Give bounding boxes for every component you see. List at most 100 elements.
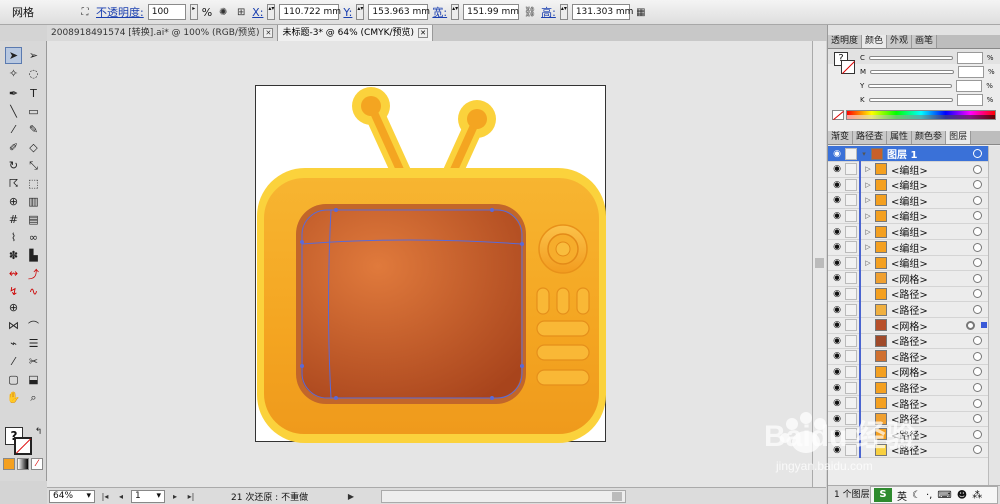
layer-row[interactable]: ◉ <路径> — [828, 301, 988, 318]
y-input[interactable]: 153.963 mm — [368, 4, 430, 20]
layer-row[interactable]: ◉ <路径> — [828, 348, 988, 365]
pencil-icon[interactable]: ✎ — [25, 121, 42, 138]
eye-icon[interactable]: ◉ — [831, 163, 843, 175]
reshape-tool-icon[interactable]: ↯ — [5, 283, 22, 300]
style-sun-icon[interactable]: ✺ — [216, 5, 230, 19]
lock-toggle[interactable] — [845, 194, 857, 207]
target-circle-icon[interactable] — [973, 258, 982, 268]
eye-icon[interactable]: ◉ — [831, 288, 843, 300]
color-mode-icon[interactable] — [3, 458, 15, 470]
layer-row[interactable]: ◉ <网格> — [828, 270, 988, 287]
transform-options-icon[interactable]: ▦ — [634, 5, 648, 19]
x-input[interactable]: 110.722 mm — [279, 4, 341, 20]
mesh-tool-icon[interactable]: # — [5, 211, 22, 228]
tab-appearance[interactable]: 外观 — [887, 35, 913, 48]
y-stepper[interactable]: ▴▾ — [356, 4, 365, 20]
expand-triangle-icon[interactable]: ▷ — [863, 212, 873, 220]
layer-row-top[interactable]: ◉ ▾ 图层 1 — [828, 146, 988, 162]
tv-illustration[interactable] — [256, 86, 607, 443]
free-transform-icon[interactable]: ⬚ — [25, 175, 42, 192]
lock-toggle[interactable] — [845, 428, 857, 441]
target-circle-icon[interactable] — [973, 195, 982, 205]
layer-row[interactable]: ◉ <网格> — [828, 317, 988, 334]
lock-toggle[interactable] — [845, 443, 857, 456]
eye-icon[interactable]: ◉ — [831, 350, 843, 362]
scissors-icon[interactable]: ✂ — [25, 353, 42, 370]
status-menu-icon[interactable]: ▶ — [345, 490, 357, 503]
width-input[interactable]: 151.99 mm — [463, 4, 520, 20]
target-circle-icon[interactable] — [973, 398, 982, 408]
tab-document-2[interactable]: 未标题-3* @ 64% (CMYK/预览) ✕ — [278, 25, 434, 41]
x-stepper[interactable]: ▴▾ — [267, 4, 276, 20]
perspective-grid-icon[interactable]: ▥ — [25, 193, 42, 210]
lock-toggle[interactable] — [845, 287, 857, 300]
prev-page-icon[interactable]: ◂ — [115, 490, 127, 503]
target-circle-icon[interactable] — [973, 273, 982, 283]
width-tool-icon[interactable]: ↭ — [5, 265, 22, 282]
constrain-link-icon[interactable]: ⛓ — [523, 5, 537, 19]
user-icon[interactable]: ☻ — [957, 490, 967, 501]
crop-icon[interactable]: ▢ — [5, 371, 22, 388]
direct-selection-tool-icon[interactable]: ➢ — [25, 47, 42, 64]
symbol-sprayer-icon[interactable]: ✽ — [5, 247, 22, 264]
expand-triangle-icon[interactable]: ▾ — [859, 150, 869, 158]
magic-wand-icon[interactable]: ✧ — [5, 65, 22, 82]
color-spectrum[interactable] — [846, 110, 996, 120]
x-label[interactable]: X: — [252, 6, 263, 19]
expand-triangle-icon[interactable]: ▷ — [863, 181, 873, 189]
layer-row[interactable]: ◉ <路径> — [828, 285, 988, 303]
height-stepper[interactable]: ▴▾ — [559, 4, 568, 20]
lock-toggle[interactable] — [845, 272, 857, 285]
layer-row[interactable]: ◉ ▷ <编组> — [828, 254, 988, 272]
lock-toggle[interactable] — [845, 412, 857, 425]
eye-icon[interactable]: ◉ — [831, 179, 843, 191]
opacity-input[interactable]: 100 — [147, 4, 186, 20]
layer-row[interactable]: ◉ <路径> — [828, 332, 988, 350]
layer-row[interactable]: ◉ ▷ <编组> — [828, 176, 988, 194]
artboard[interactable] — [255, 85, 607, 443]
menu-grid-icon[interactable]: ⁂ — [972, 490, 982, 501]
layer-row[interactable]: ◉ <路径> — [828, 441, 988, 459]
target-circle-icon[interactable] — [966, 320, 975, 330]
eye-icon[interactable]: ◉ — [831, 444, 843, 456]
eye-icon[interactable]: ◉ — [831, 241, 843, 253]
opacity-link[interactable]: 不透明度: — [96, 4, 144, 20]
hand-tool-icon[interactable]: ✋ — [5, 389, 22, 406]
target-circle-icon[interactable] — [973, 414, 982, 424]
layer-row[interactable]: ◉ ▷ <编组> — [828, 223, 988, 240]
eye-icon[interactable]: ◉ — [831, 148, 843, 160]
lock-toggle[interactable] — [845, 178, 857, 191]
eye-icon[interactable]: ◉ — [831, 194, 843, 206]
smooth-tool-icon[interactable]: ∿ — [25, 283, 42, 300]
lock-toggle[interactable] — [845, 334, 857, 347]
layer-row[interactable]: ◉ ▷ <编组> — [828, 192, 988, 209]
target-circle-icon[interactable] — [973, 429, 982, 439]
curve-tool-icon[interactable]: ⤴ — [25, 265, 42, 282]
tab-gradient[interactable]: 渐变 — [828, 131, 854, 144]
layer-row[interactable]: ◉ ▷ <编组> — [828, 161, 988, 178]
target-circle-icon[interactable] — [973, 211, 982, 221]
cyan-input[interactable] — [956, 52, 983, 64]
vertical-scrollbar[interactable] — [812, 41, 826, 487]
target-circle-icon[interactable] — [973, 445, 982, 455]
type-tool-icon[interactable]: T — [25, 85, 42, 102]
next-page-icon[interactable]: ▸ — [169, 490, 181, 503]
target-circle-icon[interactable] — [973, 383, 982, 392]
tab-transparency[interactable]: 透明度 — [828, 35, 863, 48]
align-icon[interactable]: ☰ — [25, 335, 42, 352]
eye-icon[interactable]: ◉ — [831, 366, 843, 378]
expand-triangle-icon[interactable]: ▷ — [863, 259, 873, 267]
eye-icon[interactable]: ◉ — [831, 413, 843, 425]
layer-row[interactable]: ◉ ▷ <编组> — [828, 207, 988, 225]
target-circle-icon[interactable] — [973, 305, 982, 314]
lock-toggle[interactable] — [845, 397, 857, 410]
eye-icon[interactable]: ◉ — [831, 210, 843, 222]
lock-toggle[interactable] — [845, 350, 857, 363]
gradient-mode-icon[interactable] — [17, 458, 29, 470]
horizontal-scrollbar[interactable] — [381, 489, 626, 503]
target-circle-icon[interactable] — [973, 336, 982, 346]
tab-layers[interactable]: 图层 — [946, 131, 972, 144]
canvas-area[interactable] — [47, 41, 812, 487]
lock-toggle[interactable] — [845, 209, 857, 222]
lock-toggle[interactable] — [845, 381, 857, 394]
